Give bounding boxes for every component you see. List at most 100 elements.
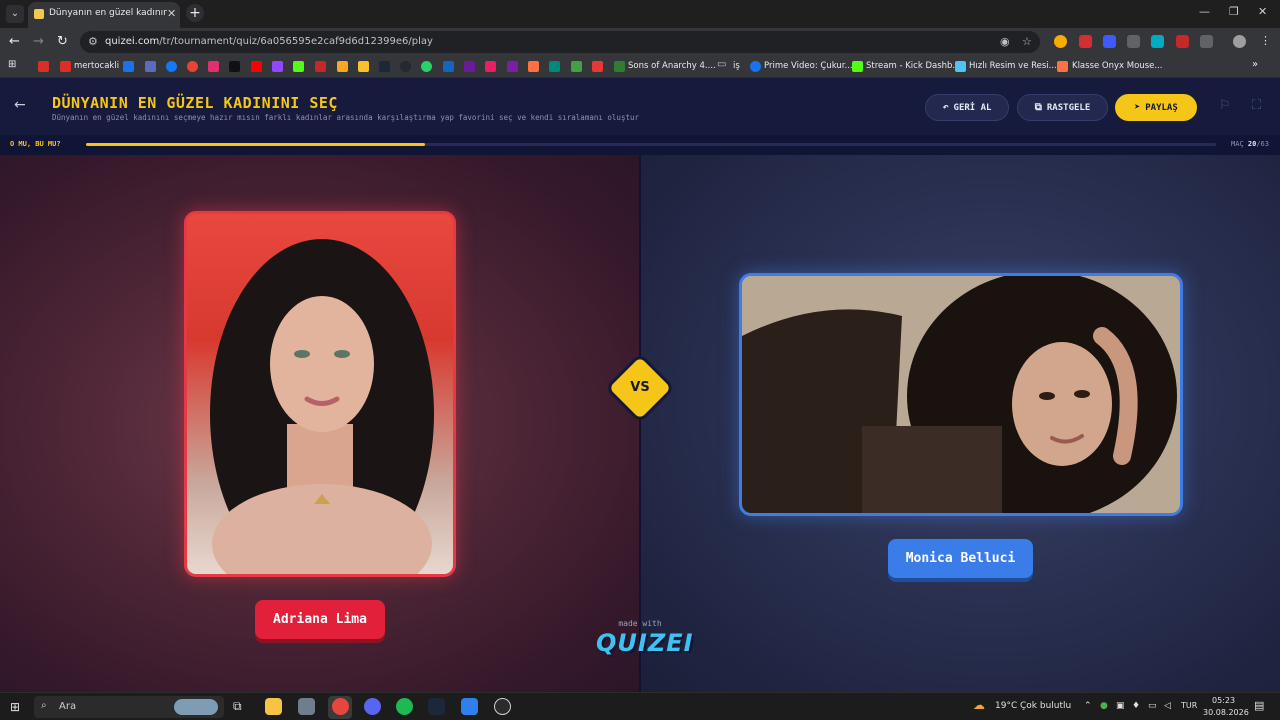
apps-grid-icon[interactable]: ⊞ xyxy=(8,59,16,70)
discord-icon[interactable] xyxy=(364,698,381,715)
kick-icon xyxy=(852,61,863,72)
bookmark-icon[interactable] xyxy=(443,61,454,72)
bookmark-hizli-resim[interactable]: Hızlı Resim ve Resi... xyxy=(969,61,1057,71)
bookmark-folder-is[interactable]: iş xyxy=(733,61,740,71)
clock-time[interactable]: 05:23 xyxy=(1212,696,1235,705)
browser-tab[interactable]: Dünyanın en güzel kadınını seç ✕ xyxy=(28,2,180,28)
bookmark-mertocakli[interactable]: mertocakli xyxy=(74,61,119,71)
windows-start-icon[interactable]: ⊞ xyxy=(10,700,20,714)
bookmark-icon[interactable] xyxy=(123,61,134,72)
restore-icon[interactable]: ❐ xyxy=(1229,5,1239,18)
kick-icon[interactable] xyxy=(293,61,304,72)
tab-search-button[interactable]: ⌄ xyxy=(6,5,24,23)
network-icon[interactable]: ▭ xyxy=(1148,701,1157,711)
task-view-icon[interactable]: ⧉ xyxy=(233,699,242,714)
profile-avatar[interactable] xyxy=(1233,35,1246,48)
steam-icon[interactable] xyxy=(428,698,445,715)
bookmark-klasse-onyx[interactable]: Klasse Onyx Mouse... xyxy=(1072,61,1162,71)
taskbar-search-box[interactable]: ⌕ Ara xyxy=(34,696,224,718)
bookmark-sons-of-anarchy[interactable]: Sons of Anarchy 4.... xyxy=(628,61,716,71)
bookmark-icon[interactable] xyxy=(592,61,603,72)
bookmark-icon[interactable] xyxy=(485,61,496,72)
quizei-logo[interactable]: QUIZEI xyxy=(596,629,693,657)
weather-temp[interactable]: 19°C xyxy=(995,701,1017,711)
bookmark-icon[interactable] xyxy=(549,61,560,72)
whatsapp-icon[interactable] xyxy=(421,61,432,72)
notifications-icon[interactable]: ▤ xyxy=(1254,699,1264,712)
left-contestant-name-button[interactable]: Adriana Lima xyxy=(255,600,385,639)
twitch-icon[interactable] xyxy=(272,61,283,72)
reload-icon[interactable]: ↻ xyxy=(57,34,68,49)
bookmark-icon[interactable] xyxy=(507,61,518,72)
window-close-icon[interactable]: ✕ xyxy=(1258,5,1267,18)
extension-icon[interactable] xyxy=(1176,35,1189,48)
eye-off-icon[interactable]: ◉ xyxy=(1000,35,1010,48)
microphone-icon[interactable]: ♦ xyxy=(1132,701,1140,711)
more-bookmarks-icon[interactable]: » xyxy=(1252,59,1258,70)
send-icon: ➤ xyxy=(1134,102,1141,113)
url-input[interactable]: ⚙ quizei.com/tr/tournament/quiz/6a056595… xyxy=(80,31,1040,53)
tray-chevron-icon[interactable]: ⌃ xyxy=(1084,701,1092,711)
url-text: quizei.com/tr/tournament/quiz/6a056595e2… xyxy=(105,36,433,47)
youtube-icon[interactable] xyxy=(251,61,262,72)
back-arrow-icon[interactable]: ← xyxy=(14,97,26,113)
volume-icon[interactable]: ◁ xyxy=(1164,701,1171,711)
browser-menu-icon[interactable]: ⋮ xyxy=(1260,34,1271,47)
extension-icon[interactable] xyxy=(1054,35,1067,48)
github-icon[interactable] xyxy=(400,61,411,72)
bookmark-prime-video[interactable]: Prime Video: Çukur... xyxy=(764,61,853,71)
extensions-puzzle-icon[interactable] xyxy=(1200,35,1213,48)
bookmark-icon xyxy=(955,61,966,72)
chrome-icon[interactable] xyxy=(332,698,349,715)
bookmark-icon[interactable] xyxy=(528,61,539,72)
app-icon[interactable] xyxy=(461,698,478,715)
left-contestant-photo[interactable] xyxy=(184,211,456,577)
extension-icon[interactable] xyxy=(1103,35,1116,48)
bookmark-icon[interactable] xyxy=(315,61,326,72)
tab-close-icon[interactable]: ✕ xyxy=(167,7,176,20)
random-button[interactable]: ⧉ RASTGELE xyxy=(1017,94,1108,121)
bookmark-icon[interactable] xyxy=(337,61,348,72)
vs-label: VS xyxy=(630,380,650,395)
bookmark-icon[interactable] xyxy=(358,61,369,72)
bookmark-icon[interactable] xyxy=(571,61,582,72)
bookmark-icon[interactable] xyxy=(464,61,475,72)
page-title: DÜNYANIN EN GÜZEL KADININI SEÇ xyxy=(52,94,338,112)
dice-icon: ⧉ xyxy=(1034,102,1042,113)
forward-icon[interactable]: → xyxy=(33,34,44,49)
report-flag-icon[interactable]: ⚐ xyxy=(1219,98,1231,113)
instagram-icon[interactable] xyxy=(208,61,219,72)
weather-icon[interactable]: ☁ xyxy=(973,698,985,712)
x-icon[interactable] xyxy=(229,61,240,72)
right-contestant-name-button[interactable]: Monica Belluci xyxy=(888,539,1033,578)
minimize-icon[interactable]: — xyxy=(1199,5,1210,18)
app-icon[interactable] xyxy=(494,698,511,715)
right-contestant-photo[interactable] xyxy=(739,273,1183,516)
language-indicator[interactable]: TUR xyxy=(1181,701,1197,710)
file-explorer-icon[interactable] xyxy=(265,698,282,715)
bookmark-icon[interactable] xyxy=(145,61,156,72)
new-tab-button[interactable]: + xyxy=(186,4,204,22)
share-button[interactable]: ➤ PAYLAŞ xyxy=(1115,94,1197,121)
adblock-icon[interactable] xyxy=(1079,35,1092,48)
gmail-icon[interactable] xyxy=(38,61,49,72)
center-divider xyxy=(639,155,641,692)
spotify-icon[interactable] xyxy=(396,698,413,715)
fullscreen-icon[interactable]: ⛶ xyxy=(1252,98,1261,113)
bookmark-star-icon[interactable]: ☆ xyxy=(1022,35,1032,48)
calculator-icon[interactable] xyxy=(298,698,315,715)
tray-app-icon[interactable]: ● xyxy=(1100,701,1108,711)
clock-date[interactable]: 30.08.2026 xyxy=(1203,708,1249,717)
weather-text[interactable]: Çok bulutlu xyxy=(1020,701,1071,711)
site-info-icon[interactable]: ⚙ xyxy=(88,35,98,48)
bookmark-kick-dashboard[interactable]: Stream - Kick Dashb... xyxy=(866,61,961,71)
facebook-icon[interactable] xyxy=(166,61,177,72)
progress-bar-fill xyxy=(86,143,425,146)
extension-icon[interactable] xyxy=(1127,35,1140,48)
undo-button[interactable]: ↶ GERİ AL xyxy=(925,94,1009,121)
back-icon[interactable]: ← xyxy=(9,34,20,49)
extension-icon[interactable] xyxy=(1151,35,1164,48)
tray-app-icon[interactable]: ▣ xyxy=(1116,701,1125,711)
steam-icon[interactable] xyxy=(379,61,390,72)
google-icon[interactable] xyxy=(187,61,198,72)
